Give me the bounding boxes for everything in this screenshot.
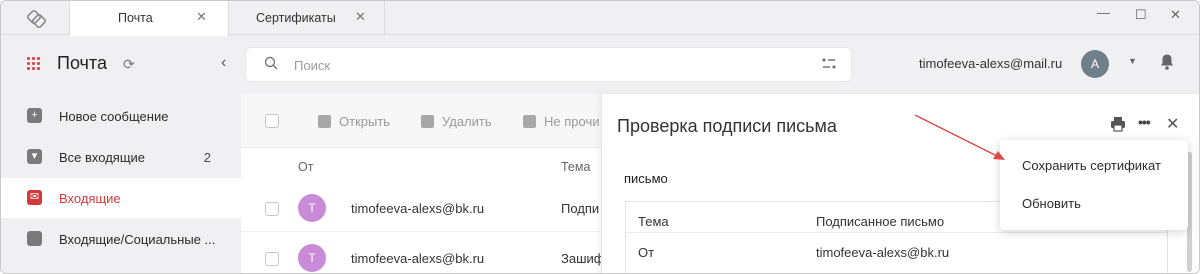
sidebar-item-all-inbox[interactable]: ▾ Все входящие 2 [1,137,241,177]
section-label: письмо [624,171,668,186]
table-row[interactable]: T timofeeva-alexs@bk.ru Подпи [241,186,601,232]
tab-certificates[interactable]: Сертификаты ✕ [230,1,385,35]
envelope-icon: ✉ [27,190,42,205]
detail-value: Подписанное письмо [816,214,945,229]
menu-item-refresh[interactable]: Обновить [1022,196,1081,211]
detail-key: От [638,245,655,260]
column-header-from[interactable]: От [298,160,313,174]
bell-icon[interactable] [1159,53,1175,71]
delete-button[interactable]: Удалить [421,114,492,129]
tab-mail[interactable]: Почта ✕ [69,1,229,36]
detail-key: Тема [638,214,669,229]
sidebar-item-label: Все входящие [59,150,146,165]
column-header-subject[interactable]: Тема [561,160,590,174]
row-subject: Зашиф [561,251,605,266]
apps-grid-icon[interactable] [27,57,41,71]
search-filter-icon[interactable] [821,56,837,72]
unread-count-badge: 2 [203,150,211,165]
row-from: timofeeva-alexs@bk.ru [351,251,485,266]
avatar[interactable]: A [1081,50,1109,78]
refresh-icon[interactable]: ⟳ [123,56,135,73]
folder-icon [27,231,42,246]
app-header: Почта ⟳ ‹ Поиск timofeeva-alexs@mail.ru … [1,36,1199,94]
sidebar: + Новое сообщение ▾ Все входящие 2 ✉ Вхо… [1,94,241,273]
delete-button-label: Удалить [442,114,492,129]
detail-row: От timofeeva-alexs@bk.ru [626,232,1167,260]
tab-certificates-close-icon[interactable]: ✕ [355,9,366,25]
mark-unread-label: Не прочи [544,114,600,129]
menu-item-save-certificate[interactable]: Сохранить сертификат [1022,158,1161,173]
search-icon [264,56,278,73]
sidebar-item-label: Входящие/Социальные ... [59,232,216,247]
sidebar-item-label: Входящие [59,191,121,206]
open-icon [318,115,331,128]
close-icon[interactable]: ✕ [1166,114,1179,134]
mark-unread-button[interactable]: Не прочи [523,114,599,129]
app-window: Почта ✕ Сертификаты ✕ — ☐ ✕ Почта ⟳ ‹ По… [0,0,1200,274]
open-button[interactable]: Открыть [318,114,390,129]
title-bar: Почта ✕ Сертификаты ✕ — ☐ ✕ [1,1,1199,36]
envelope-open-icon [523,115,536,128]
search-box[interactable]: Поиск [245,47,852,82]
avatar: T [298,244,326,272]
inbox-tray-icon: ▾ [27,149,42,164]
collapse-sidebar-icon[interactable]: ‹ [221,54,226,72]
detail-value: timofeeva-alexs@bk.ru [816,245,950,260]
close-window-button[interactable]: ✕ [1170,7,1181,23]
message-list-pane: Открыть Удалить Не прочи От Тема T timof… [241,94,605,273]
row-checkbox[interactable] [265,202,279,216]
app-title: Почта [57,53,107,73]
avatar: T [298,194,326,222]
minimize-button[interactable]: — [1097,5,1110,20]
chevron-down-icon[interactable]: ▼ [1128,56,1137,66]
select-all-checkbox[interactable] [265,114,279,128]
table-row[interactable]: T timofeeva-alexs@bk.ru Зашиф [241,236,605,273]
row-subject: Подпи [561,201,600,216]
app-logo-icon [26,9,47,29]
tab-certificates-label: Сертификаты [256,11,336,25]
tab-mail-close-icon[interactable]: ✕ [196,9,207,25]
message-toolbar: Открыть Удалить Не прочи [241,94,601,148]
user-email: timofeeva-alexs@mail.ru [919,56,1063,71]
search-input[interactable]: Поиск [294,58,330,73]
sidebar-item-label: Новое сообщение [59,109,169,124]
row-from: timofeeva-alexs@bk.ru [351,201,485,216]
sidebar-item-new-message[interactable]: + Новое сообщение [1,96,241,136]
tab-mail-label: Почта [118,11,153,25]
panel-title: Проверка подписи письма [617,116,837,136]
sidebar-item-inbox[interactable]: ✉ Входящие [1,178,241,218]
open-button-label: Открыть [339,114,391,129]
maximize-button[interactable]: ☐ [1135,7,1147,23]
more-options-menu: Сохранить сертификат Обновить [1000,140,1188,230]
row-checkbox[interactable] [265,252,279,266]
plus-icon: + [27,108,42,123]
sidebar-item-inbox-social[interactable]: Входящие/Социальные ... [1,219,241,259]
trash-icon [421,115,434,128]
printer-icon[interactable] [1110,116,1126,132]
more-options-icon[interactable]: ••• [1138,114,1151,130]
